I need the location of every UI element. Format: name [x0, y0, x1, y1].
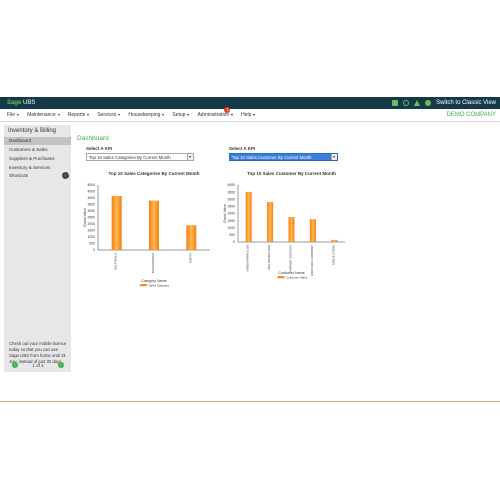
menu-help[interactable]: Help: [241, 112, 256, 118]
y-tick-label: 4000: [87, 196, 95, 200]
chart-bar: [149, 200, 159, 250]
menu-bar: File Maintenance Reports Services Housek…: [0, 107, 500, 122]
x-tick-label: ACCESSORIES: [151, 253, 155, 273]
chevron-down-icon: [87, 113, 90, 116]
y-tick-label: 1000: [227, 226, 235, 230]
sales-customer-chart: Top 10 Sales Customer By Current Month 0 5…: [223, 171, 345, 279]
chart-bar: [309, 219, 316, 242]
legend-label: Sales Category: [149, 283, 170, 287]
brand-logo: Sage UBS: [7, 100, 36, 106]
sidebar-item-inventory-services[interactable]: Inventory & Services: [4, 164, 71, 172]
chevron-down-icon: [118, 113, 121, 116]
sidebar-item-shortcuts[interactable]: Shortcuts: [4, 172, 71, 180]
home-icon[interactable]: [414, 100, 421, 106]
pager-next-button[interactable]: ›: [57, 362, 64, 368]
y-tick-label: 1500: [87, 229, 95, 233]
menu-setup[interactable]: Setup: [172, 112, 190, 118]
chart-bar: [186, 225, 197, 250]
chart-bar: [245, 192, 252, 242]
y-tick-label: 3000: [87, 209, 95, 213]
chevron-down-icon: [253, 113, 256, 116]
sidebar-item-customers-sales[interactable]: Customers & Sales: [4, 146, 71, 154]
y-tick-label: 3500: [87, 203, 95, 207]
switch-classic-view-link[interactable]: Switch to Classic View: [436, 98, 496, 108]
chart-title: Top 10 Sales Customer By Current Month: [247, 171, 336, 176]
chevron-down-icon: [331, 154, 337, 160]
sidebar: Inventory & Billing Dashboard Customers …: [4, 125, 71, 372]
legend-label: Customer Sales: [286, 275, 308, 279]
menu-services[interactable]: Services: [97, 112, 121, 118]
chart-bar: [331, 239, 338, 242]
chevron-down-icon: [187, 113, 190, 116]
kpi-left-label: Select A KPI: [86, 146, 113, 151]
chevron-down-icon: [231, 113, 234, 116]
pager-text: 1 of 4: [32, 362, 44, 368]
x-tick-label: ACE SPORTS BHD: [267, 245, 271, 270]
kpi-right-select[interactable]: Top 10 Sales Customer By Current Month: [229, 153, 338, 161]
promo-pager: ‹ 1 of 4 ›: [12, 361, 64, 369]
menu-administration[interactable]: Administration 1: [197, 107, 234, 118]
y-tick-label: 1000: [87, 235, 95, 239]
company-name: DEMO COMPANY: [446, 112, 496, 118]
y-axis-label: Grand Value: [83, 208, 87, 227]
pager-prev-button[interactable]: ‹: [12, 362, 18, 368]
y-tick-label: 500: [89, 242, 95, 246]
x-tick-label: SHIRTS: [188, 253, 192, 263]
save-icon[interactable]: [392, 100, 399, 106]
y-tick-label: 4500: [87, 190, 95, 194]
page-title: Dashboard: [77, 135, 109, 142]
menu-housekeeping[interactable]: Housekeeping: [128, 112, 165, 118]
y-tick-label: 1500: [227, 219, 235, 223]
chart-bar: [111, 196, 122, 250]
y-tick-label: 0: [93, 248, 95, 252]
top-icons: Switch to Classic View: [392, 98, 496, 108]
chevron-down-icon: [17, 113, 20, 116]
sales-categories-chart: Top 10 Sales Categories By Current Month…: [83, 171, 210, 287]
y-axis-label: Grand Value: [223, 204, 227, 223]
y-tick-label: 0: [233, 240, 235, 244]
footer-divider: [0, 401, 500, 402]
chevron-down-icon: [187, 154, 193, 160]
menu-maintenance[interactable]: Maintenance: [27, 112, 60, 118]
menu-file[interactable]: File: [7, 112, 20, 118]
kpi-left-select[interactable]: Top 10 Sales Categories By Current Month: [86, 153, 194, 161]
x-tick-label: EAGLE STORE: [331, 245, 335, 265]
power-icon[interactable]: [425, 100, 432, 106]
y-tick-label: 3500: [227, 190, 235, 194]
legend-swatch: [277, 276, 285, 279]
chart-bar: [288, 217, 295, 242]
y-tick-label: 2000: [227, 212, 235, 216]
sidebar-title: Inventory & Billing: [8, 128, 57, 134]
x-tick-label: GOLF BALLS: [114, 253, 118, 270]
y-tick-label: 3000: [227, 197, 235, 201]
kpi-right-label: Select A KPI: [229, 146, 256, 151]
gear-icon[interactable]: [62, 172, 69, 179]
y-tick-label: 5000: [87, 183, 95, 187]
top-bar: Sage UBS Switch to Classic View: [0, 97, 500, 109]
y-tick-label: 500: [229, 233, 235, 237]
x-tick-label: FAIRWAY SUPPLIES: [289, 245, 293, 272]
y-tick-label: 2500: [87, 216, 95, 220]
y-tick-label: 2000: [87, 222, 95, 226]
sidebar-item-dashboard[interactable]: Dashboard: [4, 137, 71, 145]
x-tick-label: GREEN PARK CLUB: [246, 245, 250, 272]
menu-reports[interactable]: Reports: [68, 112, 90, 118]
chevron-down-icon: [162, 113, 165, 116]
y-tick-label: 2500: [227, 205, 235, 209]
y-tick-label: 4000: [227, 183, 235, 187]
chevron-down-icon: [57, 113, 60, 116]
chart-title: Top 10 Sales Categories By Current Month: [109, 171, 200, 176]
x-tick-label: LINKS GOLF COMPANY: [310, 245, 314, 276]
notification-badge: 1: [224, 107, 231, 113]
chart-bar: [267, 202, 274, 242]
sidebar-item-suppliers-purchases[interactable]: Suppliers & Purchases: [4, 155, 71, 163]
legend-swatch: [140, 284, 147, 287]
refresh-icon[interactable]: [403, 100, 410, 106]
